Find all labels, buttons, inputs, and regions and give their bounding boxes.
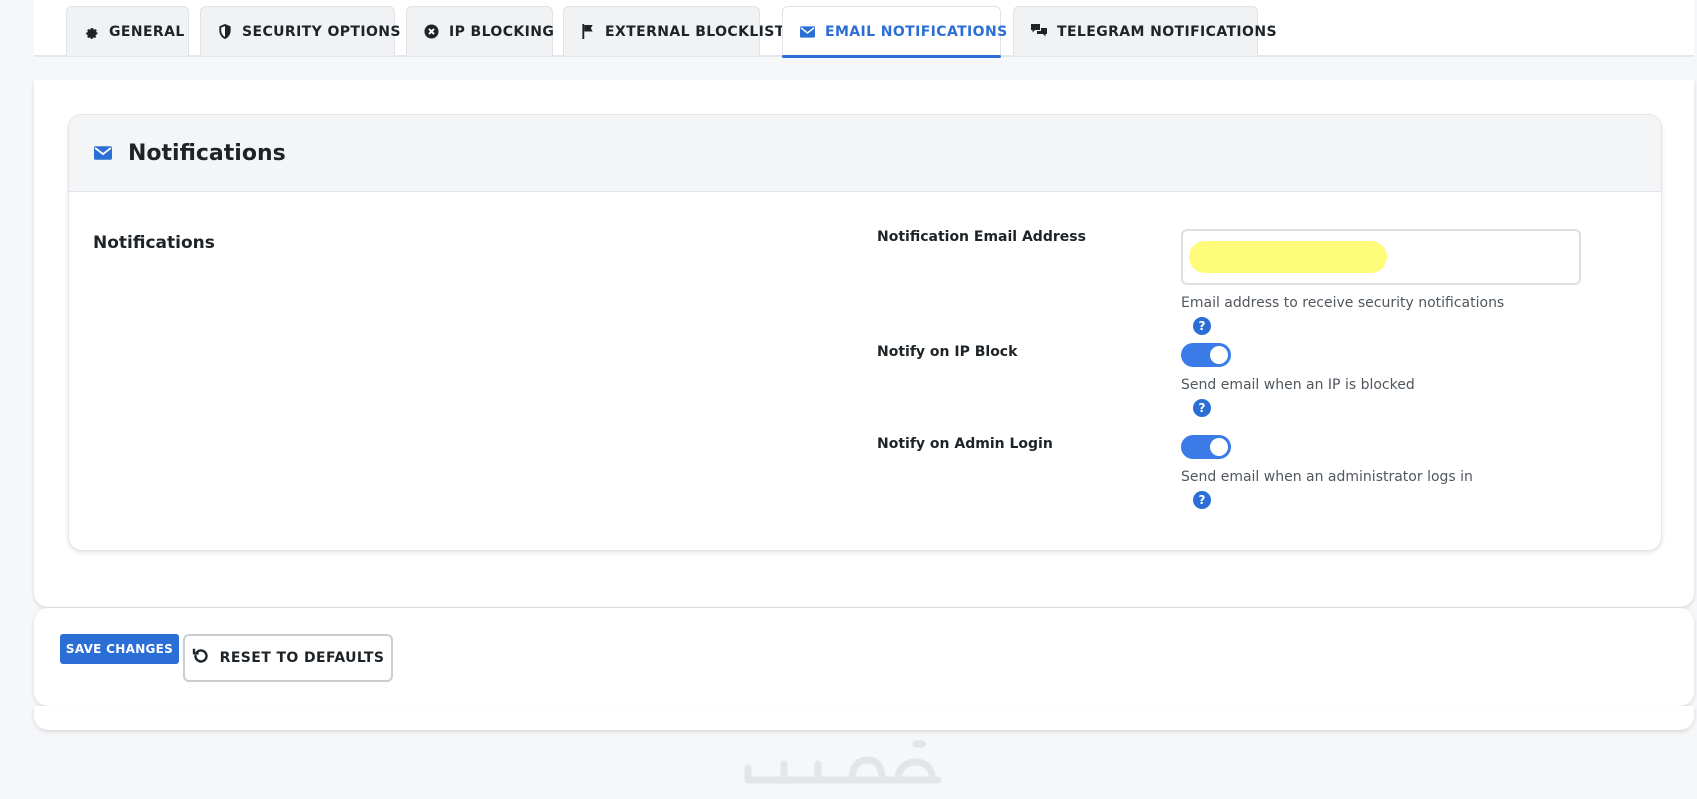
card-title: Notifications: [128, 140, 286, 166]
tab-label: SECURITY OPTIONS: [242, 23, 401, 40]
help-icon[interactable]: ?: [1193, 491, 1211, 509]
settings-tab-bar: GENERAL SECURITY OPTIONS IP BLOCKING EXT…: [34, 0, 1694, 58]
tab-external-blocklist[interactable]: EXTERNAL BLOCKLIST: [563, 6, 784, 56]
notify-ip-block-toggle[interactable]: [1181, 343, 1231, 367]
email-field-group: Email address to receive security notifi…: [1181, 229, 1581, 335]
circle-x-icon: [424, 24, 439, 40]
envelope-icon: [800, 24, 815, 40]
tab-security-options[interactable]: SECURITY OPTIONS: [200, 6, 400, 56]
email-description: Email address to receive security notifi…: [1181, 295, 1505, 311]
ip-block-group: Send email when an IP is blocked ?: [1181, 343, 1415, 417]
shield-icon: [218, 24, 232, 40]
notification-email-input[interactable]: [1181, 229, 1581, 285]
tab-label: GENERAL: [109, 23, 185, 40]
gear-icon: [84, 24, 99, 40]
admin-login-label: Notify on Admin Login: [877, 436, 1053, 452]
tab-label: TELEGRAM NOTIFICATIONS: [1057, 23, 1277, 40]
admin-login-group: Send email when an administrator logs in…: [1181, 435, 1473, 509]
email-field-label: Notification Email Address: [877, 229, 1086, 245]
section-label: Notifications: [93, 233, 215, 253]
tab-label: IP BLOCKING: [449, 23, 555, 40]
reset-to-defaults-button[interactable]: RESET TO DEFAULTS: [183, 634, 393, 682]
toggle-knob: [1210, 438, 1228, 456]
help-icon[interactable]: ?: [1193, 399, 1211, 417]
card-header: Notifications: [69, 115, 1661, 192]
ip-block-description: Send email when an IP is blocked: [1181, 377, 1415, 393]
tab-ip-blocking[interactable]: IP BLOCKING: [406, 6, 555, 56]
tab-telegram-notifications[interactable]: TELEGRAM NOTIFICATIONS: [1013, 6, 1277, 56]
ip-block-label: Notify on IP Block: [877, 344, 1018, 360]
panel-bottom-edge: [34, 706, 1694, 730]
tab-label: EMAIL NOTIFICATIONS: [825, 23, 1008, 40]
redaction-highlight: [1189, 241, 1387, 273]
save-changes-button[interactable]: SAVE CHANGES: [60, 634, 179, 664]
reset-label: RESET TO DEFAULTS: [219, 650, 385, 666]
flag-icon: [581, 24, 595, 40]
toggle-knob: [1210, 346, 1228, 364]
tab-label: EXTERNAL BLOCKLIST: [605, 23, 785, 40]
refresh-icon: [192, 647, 210, 669]
notifications-card: Notifications Notifications Notification…: [68, 114, 1662, 551]
chat-icon: [1031, 24, 1047, 40]
notify-admin-login-toggle[interactable]: [1181, 435, 1231, 459]
tab-general[interactable]: GENERAL: [66, 6, 189, 56]
watermark-logo: [740, 734, 950, 790]
help-icon[interactable]: ?: [1193, 317, 1211, 335]
envelope-icon: [94, 143, 114, 163]
tab-email-notifications[interactable]: EMAIL NOTIFICATIONS: [782, 6, 1007, 58]
actions-panel: SAVE CHANGES RESET TO DEFAULTS: [34, 608, 1694, 706]
admin-login-description: Send email when an administrator logs in: [1181, 469, 1473, 485]
